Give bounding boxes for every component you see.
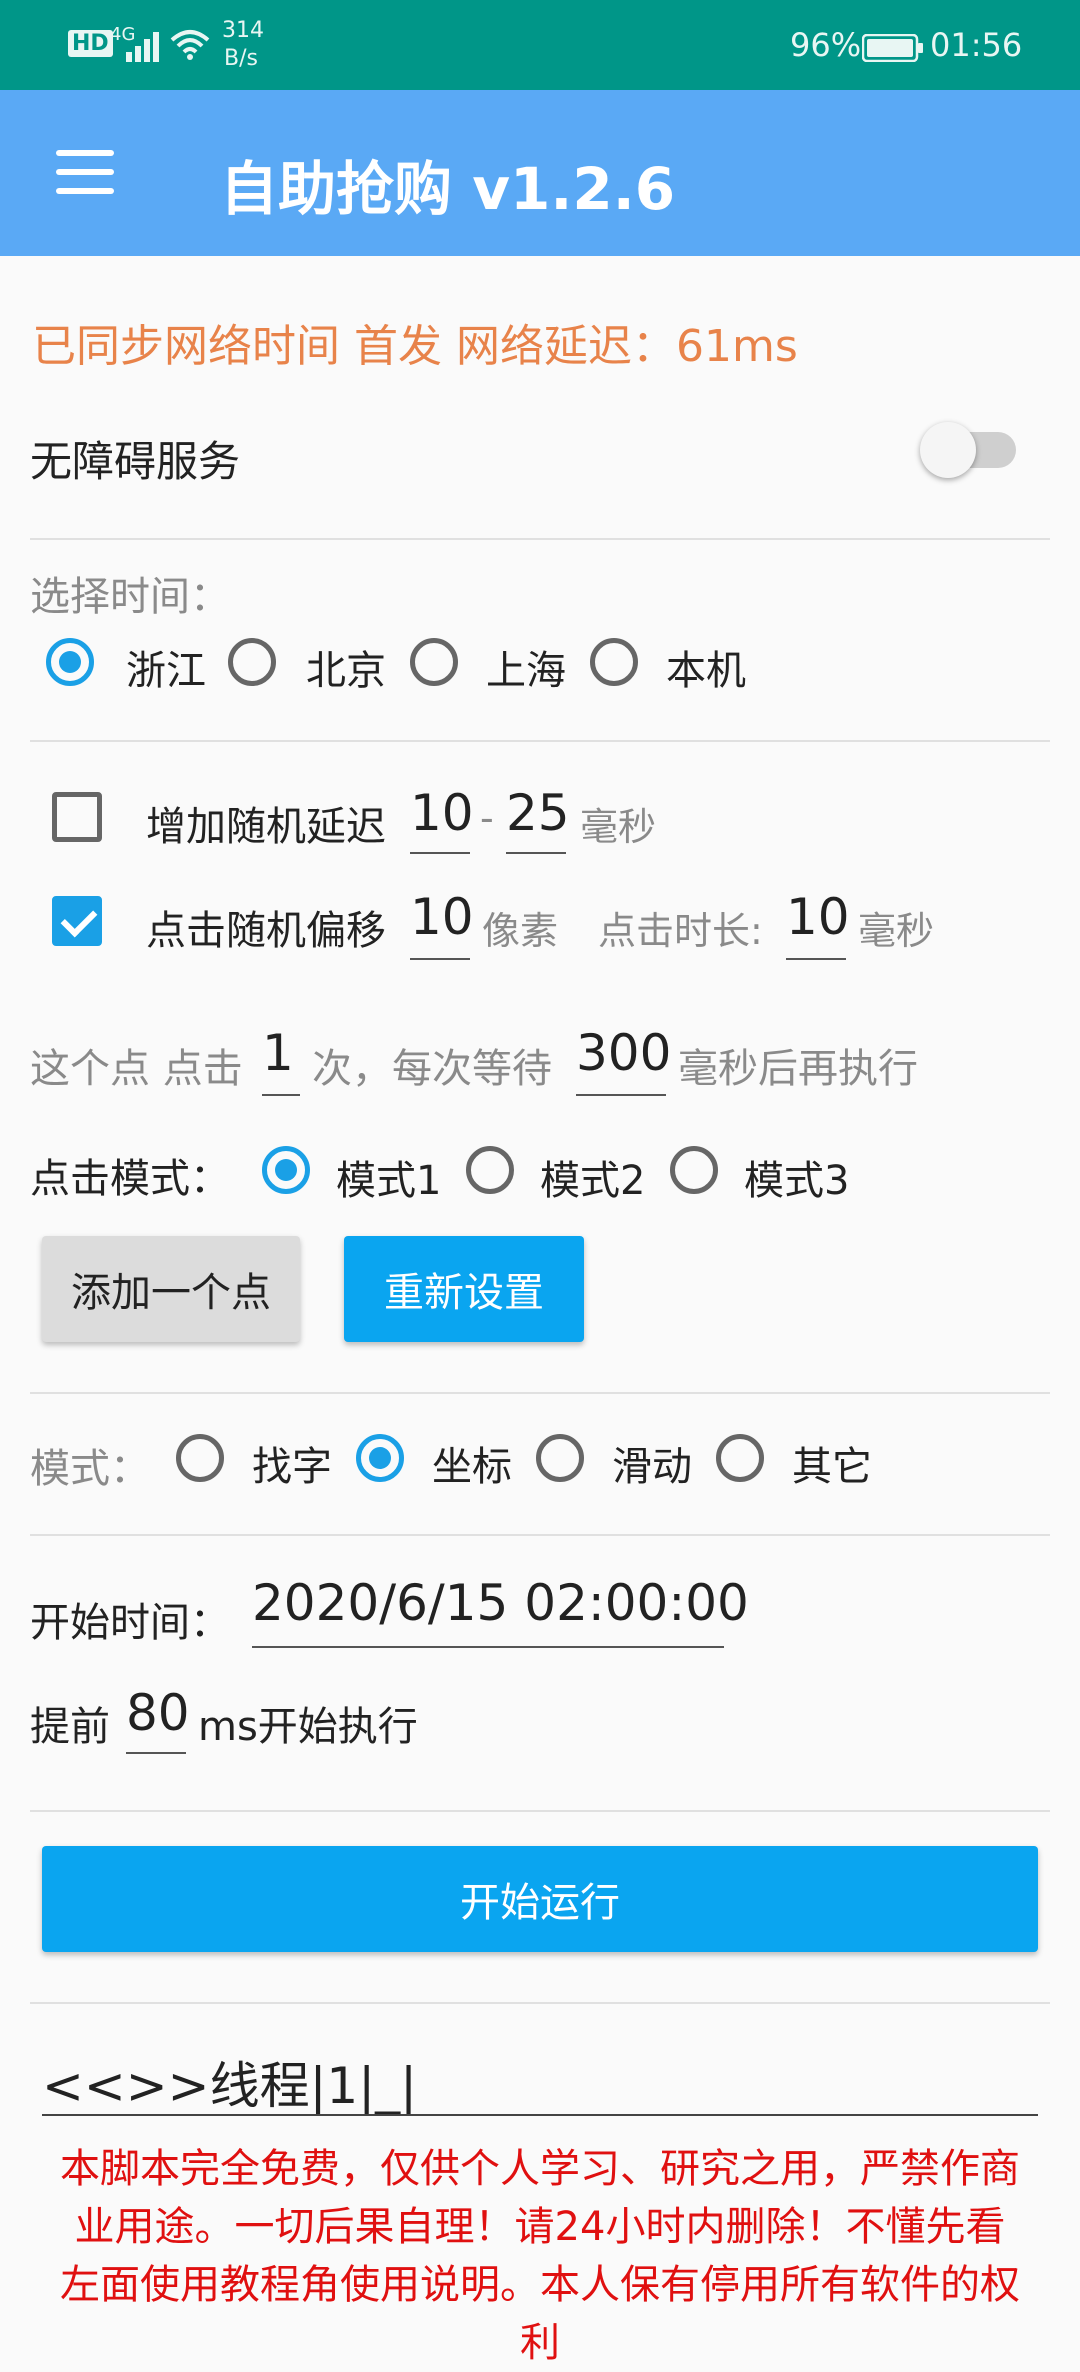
- divider: [30, 538, 1050, 540]
- disclaimer-line: 利: [520, 2320, 560, 2366]
- advance-suffix: ms开始执行: [198, 1704, 418, 1750]
- click-repeat-middle: 次，每次等待: [312, 1046, 552, 1092]
- wifi-icon: [170, 28, 210, 68]
- radio-shanghai-label: 上海: [486, 648, 566, 694]
- signal-icon: [126, 30, 162, 70]
- disclaimer: 本脚本完全免费，仅供个人学习、研究之用，严禁作商 业用途。一切后果自理！请24小…: [20, 2140, 1060, 2372]
- radio-mode1[interactable]: [262, 1146, 310, 1194]
- hamburger-menu-icon[interactable]: [40, 140, 130, 210]
- advance-input[interactable]: 80: [126, 1684, 190, 1742]
- radio-beijing-label: 北京: [306, 648, 386, 694]
- thread-input[interactable]: <<>>线程|1|_|: [42, 2046, 417, 2118]
- app-bar: 自助抢购 v1.2.6: [0, 90, 1080, 256]
- add-point-button[interactable]: 添加一个点: [42, 1236, 300, 1342]
- random-offset-label: 点击随机偏移: [146, 908, 386, 954]
- sync-status: 已同步网络时间 首发 网络延迟：61ms: [32, 321, 798, 372]
- battery-percent: 96%: [790, 26, 862, 64]
- random-delay-unit: 毫秒: [580, 805, 657, 849]
- status-bar: HD 4G 314 B/s 96% 01:56: [0, 0, 1080, 90]
- random-offset-unit: 像素: [482, 909, 559, 953]
- radio-find-text-label: 找字: [252, 1444, 332, 1490]
- clock: 01:56: [930, 26, 1023, 64]
- random-delay-min-input[interactable]: 10: [410, 784, 474, 842]
- radio-coordinate[interactable]: [356, 1434, 404, 1482]
- radio-shanghai[interactable]: [410, 638, 458, 686]
- divider: [30, 2002, 1050, 2004]
- radio-local-label: 本机: [666, 648, 746, 694]
- advance-prefix: 提前: [30, 1704, 110, 1750]
- mode-label: 模式：: [30, 1446, 150, 1492]
- start-time-label: 开始时间：: [30, 1600, 230, 1646]
- random-offset-checkbox[interactable]: [52, 896, 102, 946]
- disclaimer-line: 左面使用教程角使用说明。本人保有停用所有软件的权: [60, 2262, 1020, 2308]
- random-delay-max-input[interactable]: 25: [506, 784, 570, 842]
- radio-mode3[interactable]: [670, 1146, 718, 1194]
- random-delay-checkbox[interactable]: [52, 792, 102, 842]
- net-speed: 314: [222, 18, 264, 43]
- app-title: 自助抢购 v1.2.6: [220, 155, 676, 223]
- radio-local[interactable]: [590, 638, 638, 686]
- divider: [30, 1392, 1050, 1394]
- radio-coordinate-label: 坐标: [432, 1444, 512, 1490]
- radio-swipe-label: 滑动: [612, 1444, 692, 1490]
- radio-beijing[interactable]: [228, 638, 276, 686]
- divider: [30, 1534, 1050, 1536]
- accessibility-label: 无障碍服务: [30, 437, 241, 486]
- reset-button[interactable]: 重新设置: [344, 1236, 584, 1342]
- click-duration-label: 点击时长:: [598, 909, 763, 953]
- radio-zhejiang-label: 浙江: [126, 648, 206, 694]
- radio-other-label: 其它: [792, 1444, 872, 1490]
- divider: [30, 740, 1050, 742]
- time-select-label: 选择时间：: [30, 574, 230, 620]
- hd-icon: HD: [68, 30, 113, 57]
- click-repeat-suffix: 毫秒后再执行: [678, 1046, 918, 1092]
- start-time-input[interactable]: 2020/6/15 02:00:00: [252, 1574, 749, 1632]
- click-wait-input[interactable]: 300: [576, 1024, 671, 1082]
- click-mode-label: 点击模式：: [30, 1156, 230, 1202]
- disclaimer-line: 本脚本完全免费，仅供个人学习、研究之用，严禁作商: [60, 2146, 1020, 2192]
- click-duration-unit: 毫秒: [858, 909, 935, 953]
- click-duration-input[interactable]: 10: [786, 888, 850, 946]
- radio-swipe[interactable]: [536, 1434, 584, 1482]
- radio-mode1-label: 模式1: [336, 1158, 442, 1204]
- radio-mode3-label: 模式3: [744, 1158, 850, 1204]
- radio-other[interactable]: [716, 1434, 764, 1482]
- battery-icon: [861, 32, 924, 70]
- click-count-input[interactable]: 1: [262, 1024, 294, 1082]
- disclaimer-line: 业用途。一切后果自理！请24小时内删除！不懂先看: [74, 2204, 1006, 2250]
- radio-mode2[interactable]: [466, 1146, 514, 1194]
- random-delay-label: 增加随机延迟: [146, 804, 386, 850]
- start-run-button[interactable]: 开始运行: [42, 1846, 1038, 1952]
- radio-zhejiang[interactable]: [46, 638, 94, 686]
- radio-mode2-label: 模式2: [540, 1158, 646, 1204]
- random-delay-dash: -: [480, 796, 494, 840]
- click-repeat-prefix: 这个点 点击: [30, 1046, 243, 1092]
- radio-find-text[interactable]: [176, 1434, 224, 1482]
- random-offset-input[interactable]: 10: [410, 888, 474, 946]
- divider: [30, 1810, 1050, 1812]
- net-speed-unit: B/s: [224, 46, 258, 71]
